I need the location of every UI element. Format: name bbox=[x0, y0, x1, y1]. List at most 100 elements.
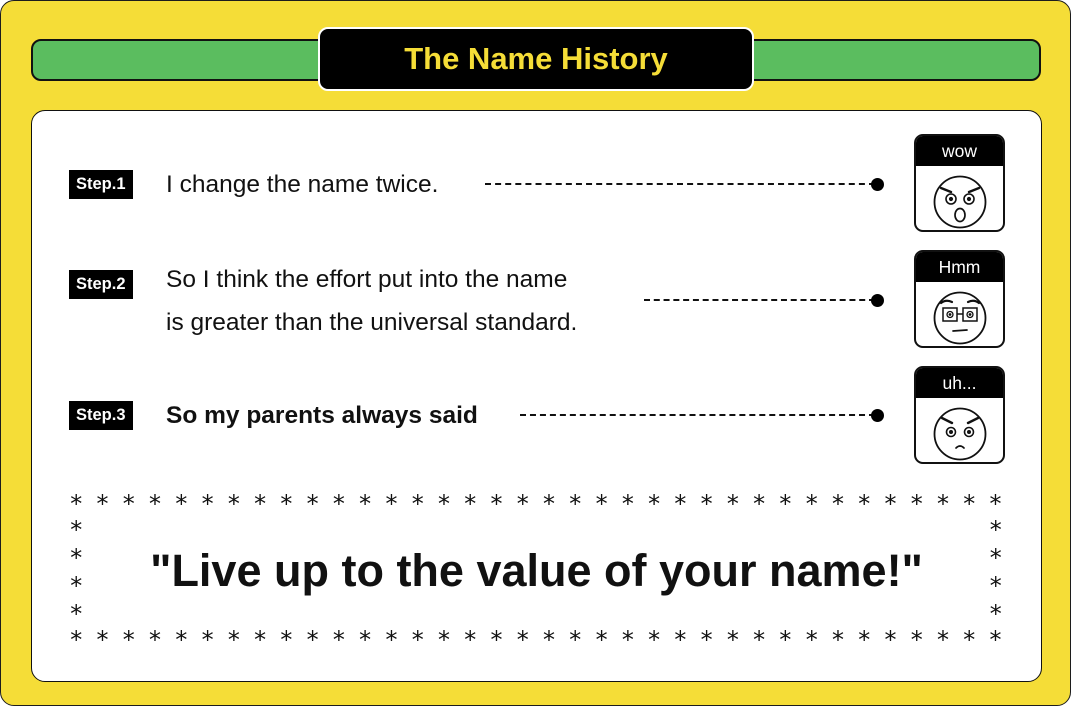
asterisk-mark: * bbox=[856, 490, 872, 518]
asterisk-mark: * bbox=[95, 626, 110, 654]
title-banner: The Name History bbox=[318, 27, 754, 91]
asterisk-mark: * bbox=[725, 626, 741, 654]
surprised-face-icon bbox=[933, 175, 987, 229]
asterisk-mark: * bbox=[252, 490, 268, 518]
asterisk-mark: * bbox=[699, 626, 714, 654]
asterisk-mark: * bbox=[305, 626, 320, 654]
reaction-label-wow: wow bbox=[916, 136, 1003, 166]
reaction-label-hmm: Hmm bbox=[916, 252, 1003, 282]
asterisk-mark: * bbox=[935, 490, 951, 518]
page-title: The Name History bbox=[404, 41, 668, 76]
asterisk-mark: * bbox=[226, 490, 242, 518]
asterisk-mark: * bbox=[909, 490, 924, 518]
asterisk-mark: * bbox=[357, 490, 373, 518]
step-2-badge: Step.2 bbox=[69, 270, 133, 299]
asterisk-mark: * bbox=[673, 626, 688, 654]
asterisk-mark: * bbox=[147, 626, 163, 654]
asterisk-mark: * bbox=[489, 490, 504, 518]
asterisk-mark: * bbox=[174, 626, 189, 654]
asterisk-mark: * bbox=[962, 626, 977, 654]
asterisk-mark: * bbox=[988, 490, 1003, 518]
asterisk-mark: * bbox=[462, 626, 478, 654]
asterisk-mark: * bbox=[147, 490, 163, 518]
asterisk-mark: * bbox=[856, 626, 872, 654]
asterisk-mark: * bbox=[69, 516, 84, 544]
asterisk-mark: * bbox=[988, 600, 1003, 628]
step-1-badge: Step.1 bbox=[69, 170, 133, 199]
asterisk-mark: * bbox=[751, 626, 767, 654]
asterisk-mark: * bbox=[69, 600, 84, 628]
asterisk-mark: * bbox=[95, 490, 110, 518]
asterisk-mark: * bbox=[725, 490, 741, 518]
asterisk-mark: * bbox=[436, 626, 452, 654]
asterisk-mark: * bbox=[279, 626, 294, 654]
asterisk-mark: * bbox=[174, 490, 189, 518]
asterisk-mark: * bbox=[751, 490, 767, 518]
reaction-label-uh: uh... bbox=[916, 368, 1003, 398]
step-2-text-line-2: is greater than the universal standard. bbox=[166, 309, 578, 336]
thinking-glasses-face-icon bbox=[933, 291, 987, 345]
asterisk-mark: * bbox=[200, 490, 215, 518]
worried-face-icon bbox=[933, 407, 987, 461]
asterisk-mark: * bbox=[646, 490, 662, 518]
asterisk-mark: * bbox=[384, 490, 399, 518]
asterisk-mark: * bbox=[988, 626, 1003, 654]
asterisk-mark: * bbox=[436, 490, 452, 518]
asterisk-mark: * bbox=[935, 626, 951, 654]
asterisk-mark: * bbox=[69, 490, 84, 518]
asterisk-mark: * bbox=[121, 490, 136, 518]
reaction-card-hmm: Hmm bbox=[914, 250, 1005, 348]
asterisk-mark: * bbox=[357, 626, 373, 654]
asterisk-mark: * bbox=[69, 626, 84, 654]
asterisk-mark: * bbox=[778, 626, 793, 654]
step-3-connector bbox=[520, 408, 884, 422]
asterisk-mark: * bbox=[541, 626, 557, 654]
name-history-card: The Name History Step.1 I change the nam… bbox=[0, 0, 1071, 706]
asterisk-mark: * bbox=[620, 490, 636, 518]
step-1-text: I change the name twice. bbox=[166, 171, 439, 198]
asterisk-mark: * bbox=[594, 626, 609, 654]
asterisk-mark: * bbox=[331, 490, 347, 518]
asterisk-mark: * bbox=[515, 626, 530, 654]
step-1-connector bbox=[485, 177, 884, 191]
asterisk-mark: * bbox=[646, 626, 662, 654]
asterisk-mark: * bbox=[699, 490, 714, 518]
asterisk-mark: * bbox=[305, 490, 320, 518]
step-2-connector bbox=[644, 293, 884, 307]
asterisk-mark: * bbox=[226, 626, 242, 654]
asterisk-mark: * bbox=[489, 626, 504, 654]
asterisk-mark: * bbox=[515, 490, 530, 518]
asterisk-mark: * bbox=[804, 626, 819, 654]
reaction-card-wow: wow bbox=[914, 134, 1005, 232]
asterisk-mark: * bbox=[909, 626, 924, 654]
asterisk-mark: * bbox=[988, 516, 1003, 544]
asterisk-mark: * bbox=[883, 490, 898, 518]
step-2-text-line-1: So I think the effort put into the name bbox=[166, 266, 568, 293]
asterisk-mark: * bbox=[121, 626, 136, 654]
asterisk-border-top: * * * * * * * * * * * * * * * * * * * * * * * * * * * * * * * * * * * * bbox=[69, 492, 1003, 516]
reaction-card-uh: uh... bbox=[914, 366, 1005, 464]
quote-text: "Live up to the value of your name!" bbox=[150, 545, 923, 596]
asterisk-mark: * bbox=[594, 490, 609, 518]
asterisk-mark: * bbox=[830, 626, 846, 654]
asterisk-mark: * bbox=[279, 490, 294, 518]
asterisk-mark: * bbox=[673, 490, 688, 518]
asterisk-mark: * bbox=[804, 490, 819, 518]
asterisk-mark: * bbox=[620, 626, 636, 654]
asterisk-mark: * bbox=[541, 490, 557, 518]
asterisk-mark: * bbox=[200, 626, 215, 654]
asterisk-mark: * bbox=[462, 490, 478, 518]
asterisk-mark: * bbox=[883, 626, 898, 654]
asterisk-mark: * bbox=[252, 626, 268, 654]
asterisk-mark: * bbox=[384, 626, 399, 654]
asterisk-mark: * bbox=[962, 490, 977, 518]
asterisk-mark: * bbox=[410, 626, 425, 654]
asterisk-border-bottom: * * * * * * * * * * * * * * * * * * * * * * * * * * * * * * * * * * * * bbox=[69, 628, 1003, 652]
asterisk-mark: * bbox=[331, 626, 347, 654]
asterisk-mark: * bbox=[568, 490, 583, 518]
step-3-badge: Step.3 bbox=[69, 401, 133, 430]
asterisk-mark: * bbox=[778, 490, 793, 518]
asterisk-mark: * bbox=[568, 626, 583, 654]
asterisk-mark: * bbox=[830, 490, 846, 518]
step-3-text: So my parents always said bbox=[166, 402, 478, 429]
